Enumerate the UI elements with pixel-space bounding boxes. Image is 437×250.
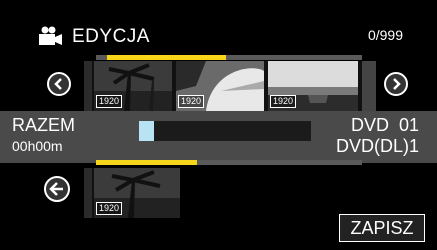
page-title: EDYCJA bbox=[72, 26, 150, 47]
capacity-progress-fill bbox=[139, 121, 155, 141]
thumbnail-1[interactable]: 1920 bbox=[94, 61, 172, 111]
bottom-selection-fill bbox=[96, 160, 198, 165]
chevron-right-circle-icon bbox=[393, 78, 401, 90]
bottom-filmstrip: 1920 bbox=[84, 168, 180, 218]
total-duration: 00h00m bbox=[12, 138, 63, 154]
thumbnail-partial-left[interactable] bbox=[84, 168, 92, 218]
resolution-badge: 1920 bbox=[96, 202, 123, 215]
next-button[interactable] bbox=[384, 72, 408, 96]
thumbnail-3[interactable]: 1920 bbox=[268, 61, 358, 111]
thumbnail-partial-left[interactable] bbox=[84, 61, 92, 111]
chevron-left-circle-icon bbox=[54, 78, 62, 90]
save-button[interactable]: ZAPISZ bbox=[339, 214, 425, 242]
clip-counter: 0/999 bbox=[367, 27, 403, 43]
total-label: RAZEM bbox=[12, 115, 75, 135]
capacity-progress-bar bbox=[139, 121, 311, 141]
back-button[interactable] bbox=[44, 176, 70, 202]
top-selection-bar bbox=[96, 55, 362, 60]
resolution-badge: 1920 bbox=[178, 95, 205, 108]
bottom-selection-bar bbox=[96, 160, 362, 165]
arrow-left-circle-icon bbox=[49, 182, 63, 196]
thumbnail-partial-right[interactable] bbox=[362, 61, 376, 111]
thumbnail-2[interactable]: 1920 bbox=[176, 61, 264, 111]
disc-type-count: DVD(DL)1 bbox=[335, 136, 419, 156]
movie-camera-icon bbox=[39, 26, 62, 45]
selected-thumbnail-1[interactable]: 1920 bbox=[94, 168, 180, 218]
resolution-badge: 1920 bbox=[96, 95, 123, 108]
disc-count: DVD 01 bbox=[350, 115, 419, 135]
previous-button[interactable] bbox=[47, 72, 71, 96]
top-filmstrip: 1920 1920 1920 bbox=[84, 61, 376, 111]
top-selection-fill bbox=[106, 55, 227, 60]
resolution-badge: 1920 bbox=[270, 95, 297, 108]
